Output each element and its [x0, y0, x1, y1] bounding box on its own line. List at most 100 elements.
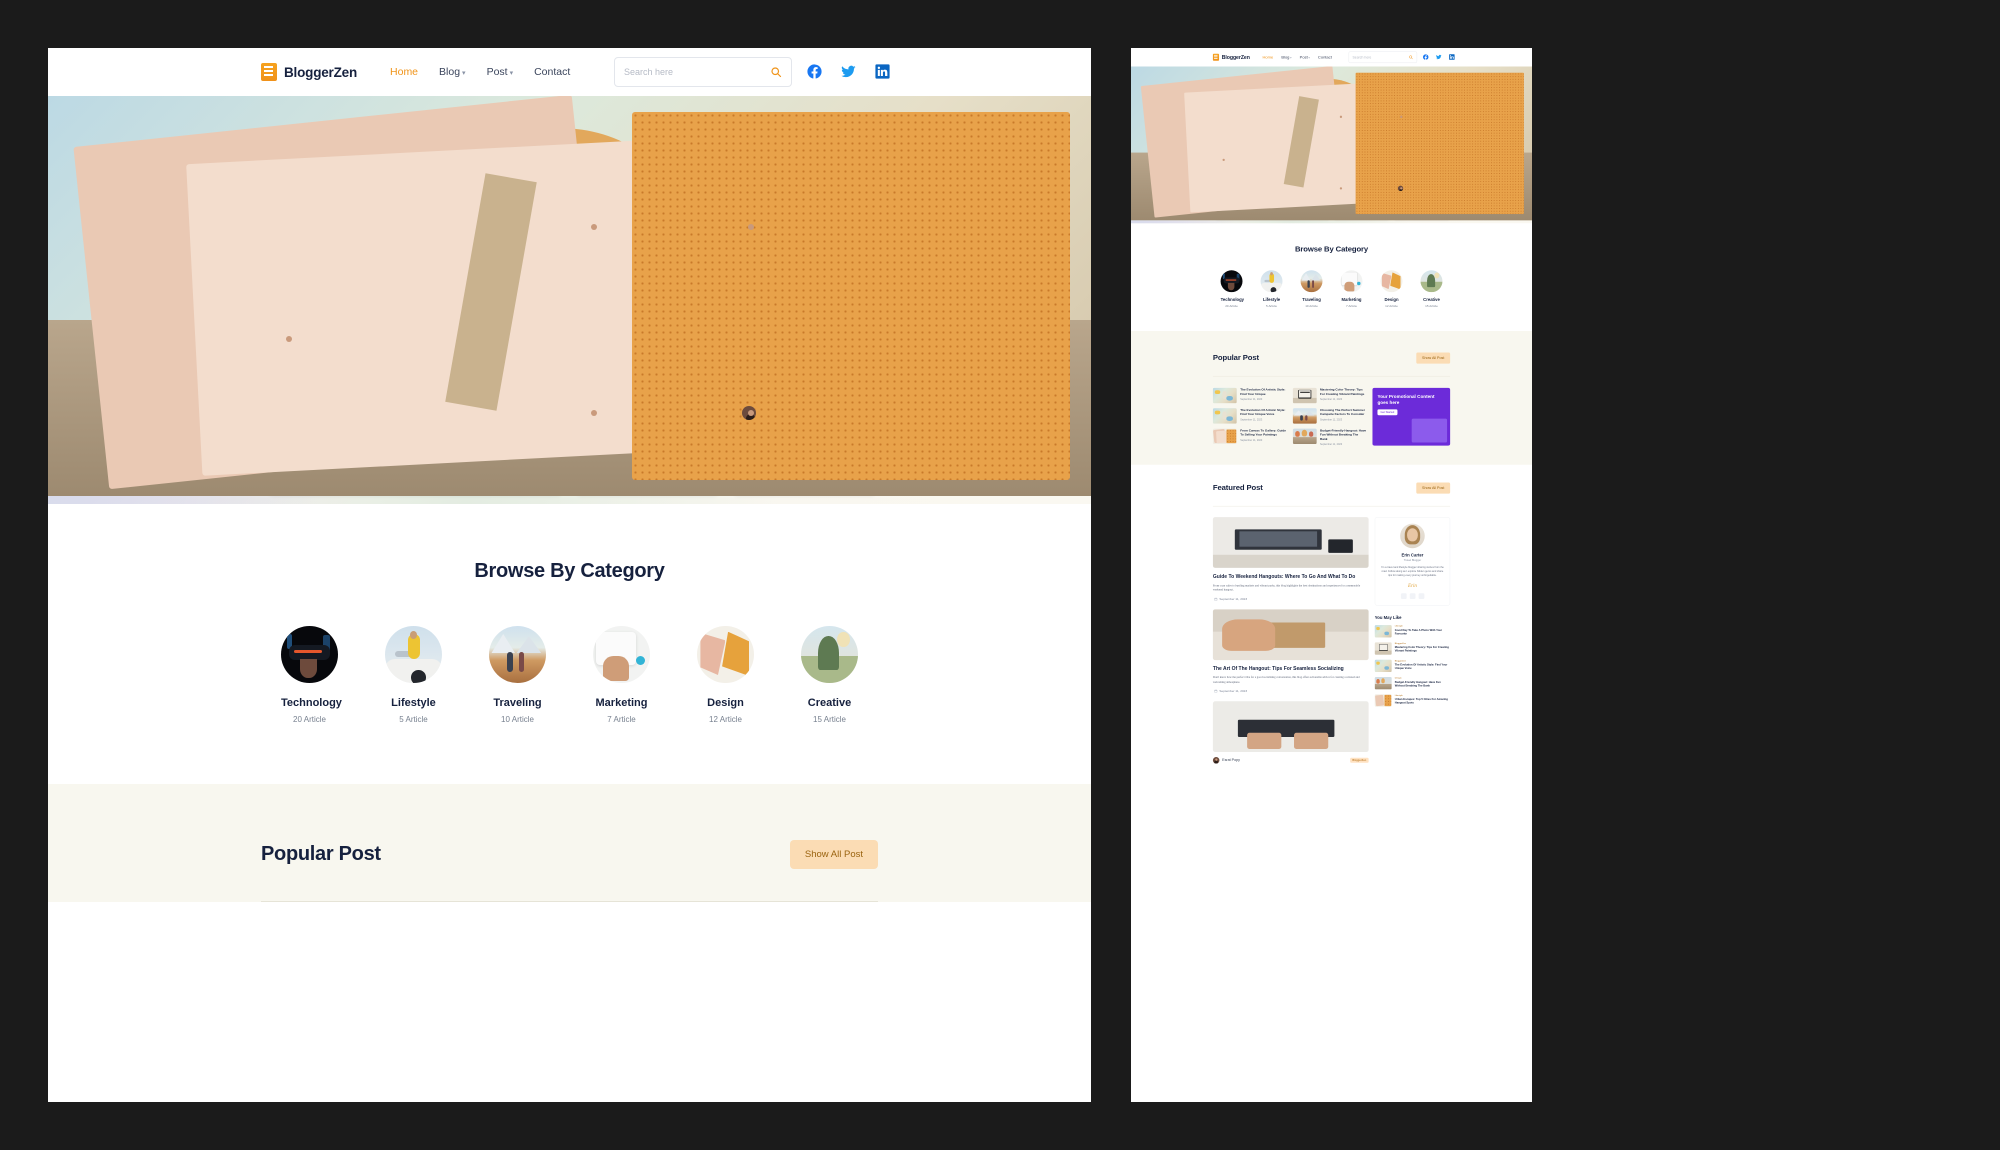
page-thumbnail-preview[interactable]: BloggerZen Home Blog▾ Post▾ Contact Sear…: [1131, 48, 1532, 1102]
category-item-creative[interactable]: Creative 15 Article: [1420, 270, 1443, 308]
facebook-icon[interactable]: [1421, 53, 1429, 61]
category-item-technology[interactable]: Technology 20 Article: [1220, 270, 1244, 308]
category-count: 15 Article: [1425, 304, 1438, 308]
category-item-technology[interactable]: Technology 20 Article: [281, 626, 342, 724]
page-title: Browse By Category: [474, 560, 665, 582]
search-icon[interactable]: [1409, 55, 1414, 60]
vr-headset-image: [281, 626, 338, 683]
book-icon: [261, 63, 277, 81]
post-title[interactable]: Choosing The Perfect Summer Campsite Fac…: [1320, 408, 1366, 416]
twitter-icon[interactable]: [1409, 593, 1416, 600]
show-all-post-button[interactable]: Show All Post: [789, 840, 878, 869]
category-item-traveling[interactable]: Traveling 10 Article: [1300, 270, 1323, 308]
nav-item-blog[interactable]: Blog ▾: [439, 66, 466, 78]
post-date: September 11, 2023: [1240, 398, 1263, 401]
list-item[interactable]: The Evolution Of Artistic Style: Find Yo…: [1212, 387, 1287, 404]
popular-post-list: The Evolution Of Artistic Style: Find Yo…: [1212, 387, 1367, 446]
post-title[interactable]: Mastering Color Theory: Tips For Creatin…: [1320, 388, 1366, 396]
list-item[interactable]: Lifestyle Good Day To Take A Photo With Y…: [1374, 625, 1450, 638]
color-fans-image: [1380, 270, 1403, 293]
easel-travel-sign-image: [1374, 642, 1392, 655]
hand-desk-image: [1340, 270, 1363, 293]
hero-section: Esrat Popy BloggerZen Featured Post Ridi…: [48, 96, 1091, 504]
category-item-creative[interactable]: Creative 15 Article: [801, 626, 858, 724]
post-title[interactable]: From Canvas To Gallery: Guide To Selling…: [1240, 429, 1286, 437]
chevron-down-icon: ▾: [1290, 56, 1292, 60]
list-item[interactable]: Choosing The Perfect Summer Campsite Fac…: [1292, 408, 1367, 424]
nav-item-contact[interactable]: Contact: [534, 66, 570, 78]
list-item[interactable]: Lifestyle Urban Escapes: Top 5 Cities For…: [1374, 694, 1450, 707]
post-tag: BloggerZen: [1394, 642, 1406, 645]
post-tag: BloggerZen: [1394, 659, 1406, 663]
category-item-design[interactable]: Design 12 Article: [1380, 270, 1403, 308]
promo-button[interactable]: Get Started: [1377, 409, 1398, 416]
twitter-icon[interactable]: [837, 60, 859, 82]
post-title[interactable]: The Evolution Of Artistic Style: Find Yo…: [1395, 663, 1450, 670]
post-title[interactable]: Good Day To Take A Photo With Your Favou…: [1395, 629, 1450, 636]
avatar: [1212, 757, 1220, 764]
thumb-nav-item-contact[interactable]: Contact: [1318, 55, 1332, 60]
post-title[interactable]: Urban Escapes: Top 5 Cities For Amazing …: [1395, 698, 1450, 705]
category-count: 20 Article: [1225, 304, 1238, 308]
list-item[interactable]: Mastering Color Theory: Tips For Creatin…: [1292, 387, 1367, 404]
post-title[interactable]: Mastering Color Theory: Tips For Creatin…: [1395, 646, 1450, 653]
post-title[interactable]: Budget-Friendly Hangout: Have Fun Withou…: [1320, 429, 1366, 441]
status-badge[interactable]: BloggerZen: [1350, 757, 1369, 763]
post-card[interactable]: Esrat PopyLifestyle Urban Escapes: Top 5…: [1140, 66, 1525, 221]
author-profile-card: Erin Carter Travel Blogger I'm a travel …: [1374, 517, 1451, 606]
social-links: [803, 60, 893, 82]
search-input[interactable]: [1352, 55, 1409, 60]
list-item[interactable]: BloggerZen The Evolution Of Artistic Styl…: [1374, 659, 1450, 673]
post-excerpt: From cozy cafes to bustling markets and …: [1212, 583, 1361, 592]
category-item-marketing[interactable]: Marketing 7 Article: [593, 626, 650, 724]
post-title[interactable]: Guide To Weekend Hangouts: Where To Go A…: [1213, 573, 1369, 580]
category-item-marketing[interactable]: Marketing 7 Article: [1340, 270, 1363, 308]
linkedin-icon[interactable]: [1447, 53, 1455, 61]
linkedin-icon[interactable]: [1418, 593, 1425, 600]
section-title: Featured Post: [1212, 483, 1263, 493]
linkedin-icon[interactable]: [871, 60, 893, 82]
woman-on-car-image: [385, 626, 442, 683]
category-item-lifestyle[interactable]: Lifestyle 5 Article: [385, 626, 442, 724]
list-item[interactable]: Design Budget-Friendly Hangout: Have Fun …: [1374, 677, 1450, 690]
promotional-banner[interactable]: Your Promotional Content goes here Get S…: [1372, 387, 1451, 446]
list-item[interactable]: BloggerZen Mastering Color Theory: Tips F…: [1374, 642, 1450, 655]
search-input[interactable]: [624, 67, 770, 77]
post-title[interactable]: The Art Of The Hangout: Tips For Seamles…: [1213, 665, 1369, 672]
list-item[interactable]: From Canvas To Gallery: Guide To Selling…: [1212, 428, 1287, 446]
post-date: September 11, 2023: [1319, 418, 1343, 422]
search-box[interactable]: [614, 57, 792, 87]
post-card[interactable]: Esrat Popy Lifestyle Urban Escapes: Top …: [73, 96, 1071, 496]
post-title[interactable]: Budget-Friendly Hangout: Have Fun Withou…: [1395, 681, 1450, 688]
post-tag: Design: [1394, 677, 1402, 680]
search-icon[interactable]: [770, 66, 782, 78]
thumb-nav-item-post[interactable]: Post▾: [1300, 55, 1310, 60]
featured-show-all-button[interactable]: Show All Post: [1416, 482, 1451, 494]
category-item-traveling[interactable]: Traveling 10 Article: [489, 626, 546, 724]
facebook-icon[interactable]: [1400, 593, 1407, 600]
twitter-icon[interactable]: [1434, 53, 1442, 61]
thumb-brand-logo[interactable]: BloggerZen: [1212, 53, 1250, 61]
thumb-search-box[interactable]: [1348, 51, 1418, 63]
list-item[interactable]: Budget-Friendly Hangout: Have Fun Withou…: [1292, 428, 1367, 446]
facebook-icon[interactable]: [803, 60, 825, 82]
calendar-icon: [1214, 689, 1218, 693]
post-title[interactable]: The Evolution Of Artistic Style: Find Yo…: [1240, 408, 1286, 416]
thumb-nav-item-blog[interactable]: Blog▾: [1281, 55, 1291, 60]
artist-outdoors-image: [1374, 659, 1392, 673]
thumb-nav-item-home[interactable]: Home: [1263, 55, 1274, 60]
brand-logo[interactable]: BloggerZen: [261, 63, 357, 81]
thumbnail-scaled-page: BloggerZen Home Blog▾ Post▾ Contact Sear…: [1131, 48, 1532, 783]
hikers-mountains-image: [1292, 408, 1317, 424]
nav-item-post[interactable]: Post ▾: [487, 66, 514, 78]
category-count: 15 Article: [813, 715, 846, 724]
category-item-lifestyle[interactable]: Lifestyle 5 Article: [1260, 270, 1283, 308]
category-item-design[interactable]: Design 12 Article: [697, 626, 754, 724]
nav-item-home[interactable]: Home: [390, 66, 418, 78]
profile-role: Travel Blogger: [1403, 559, 1422, 562]
site-navbar: BloggerZen Home Blog ▾ Post ▾ Contact: [48, 48, 1091, 96]
post-title[interactable]: The Evolution Of Artistic Style: Find Yo…: [1240, 388, 1286, 396]
show-all-post-button[interactable]: Show All Post: [1416, 352, 1451, 364]
list-item[interactable]: The Evolution Of Artistic Style: Find Yo…: [1212, 408, 1287, 424]
featured-sidebar: Erin Carter Travel Blogger I'm a travel …: [1374, 517, 1451, 707]
